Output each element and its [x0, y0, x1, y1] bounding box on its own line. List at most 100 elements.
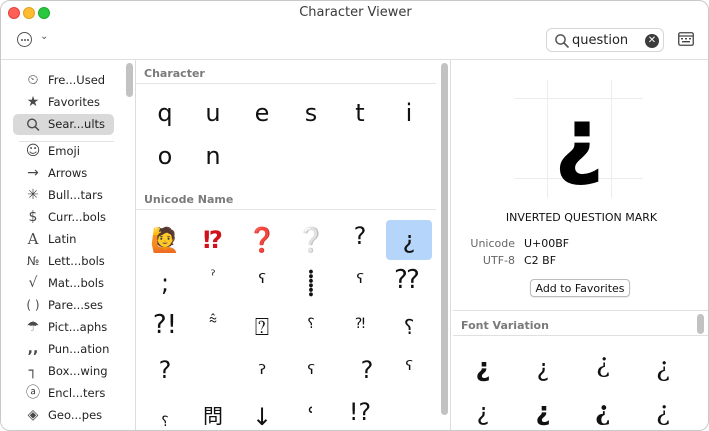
comma-icon: ,,	[27, 341, 39, 357]
sidebar-item-geometric-shapes[interactable]: ◈ Geo...pes	[13, 405, 114, 426]
glyph-preview: ¿	[515, 80, 643, 198]
char-cell[interactable]: ↓	[239, 397, 285, 430]
character-detail-pane: ¿ INVERTED QUESTION MARK Unicode U+00BF …	[453, 60, 708, 430]
section-divider	[136, 209, 436, 210]
font-variation-scrollbar[interactable]	[697, 314, 704, 334]
char-cell[interactable]: ⸮	[142, 402, 188, 430]
parentheses-icon: ( )	[26, 298, 40, 312]
sidebar-item-label: Favorites	[48, 95, 100, 109]
sidebar-item-label: Sear...ults	[48, 117, 106, 131]
char-cell[interactable]: ⩯	[190, 300, 236, 340]
more-options-button[interactable]	[17, 32, 32, 47]
char-cell[interactable]: ❓	[239, 220, 285, 260]
sidebar-item-label: Box...wing	[48, 364, 108, 378]
unicode-value: U+00BF	[524, 237, 570, 250]
diamond-icon: ◈	[27, 407, 39, 423]
sidebar-item-search-results[interactable]: Sear...ults	[13, 114, 114, 135]
char-cell[interactable]: !?	[337, 392, 383, 430]
section-heading-unicode-name: Unicode Name	[144, 193, 234, 206]
font-variation-cell[interactable]: ¿	[643, 394, 683, 430]
star-icon: ★	[26, 94, 40, 110]
sidebar-item-currency-symbols[interactable]: $ Curr...bols	[13, 207, 114, 228]
char-cell[interactable]: ❔	[288, 220, 334, 260]
add-to-favorites-button[interactable]: Add to Favorites	[530, 279, 630, 297]
clear-search-icon[interactable]: ✕	[645, 34, 659, 48]
character-grid-pane: Character q u e s t i o n Unicode Name 🙋…	[136, 60, 436, 430]
char-cell[interactable]: ⸮	[386, 307, 432, 347]
sidebar-item-letterlike-symbols[interactable]: № Lett...bols	[13, 251, 114, 272]
char-cell[interactable]: ˀ	[190, 256, 236, 296]
title-bar: Character Viewer	[1, 1, 708, 25]
char-cell[interactable]: o	[142, 136, 188, 176]
char-cell[interactable]: 問	[190, 396, 236, 430]
char-cell[interactable]: ˁ	[337, 263, 383, 303]
latin-a-icon: A	[27, 230, 39, 248]
char-cell[interactable]: ˁ	[288, 354, 334, 394]
font-variation-cell[interactable]: ¿	[583, 394, 623, 430]
char-cell-selected[interactable]: ¿	[386, 220, 432, 260]
font-variation-cell[interactable]: ¿	[523, 350, 563, 386]
sidebar-item-frequently-used[interactable]: ⏲ Fre...Used	[13, 70, 114, 91]
window-title: Character Viewer	[299, 5, 412, 20]
sidebar-item-label: Pict...aphs	[48, 320, 108, 334]
char-cell[interactable]: ⁈	[337, 304, 383, 344]
font-variation-cell[interactable]: ¿	[583, 346, 623, 382]
sidebar-item-math-symbols[interactable]: √ Mat...bols	[13, 273, 114, 294]
sidebar-item-bullets-stars[interactable]: ✳ Bull...tars	[13, 185, 114, 206]
char-cell[interactable]: ?	[142, 350, 188, 390]
dot-icon	[26, 38, 29, 41]
font-variation-cell[interactable]: ¿	[643, 350, 683, 386]
sidebar-item-arrows[interactable]: → Arrows	[13, 163, 114, 184]
sidebar-scrollbar[interactable]	[126, 63, 133, 97]
font-variation-cell[interactable]: ¿	[523, 394, 563, 430]
section-heading-font-variation: Font Variation	[461, 319, 549, 332]
char-cell[interactable]: ˤ	[239, 263, 285, 303]
sidebar-item-label: Pun...ation	[48, 342, 110, 356]
char-cell[interactable]: ⁉	[190, 220, 236, 260]
sidebar-item-emoji[interactable]: ☺ Emoji	[13, 141, 114, 162]
char-cell[interactable]: ?	[344, 350, 390, 390]
char-cell[interactable]: s	[288, 93, 334, 133]
sidebar-item-parentheses[interactable]: ( ) Pare...ses	[13, 295, 114, 316]
sidebar-item-favorites[interactable]: ★ Favorites	[13, 92, 114, 113]
char-cell[interactable]: ⸽	[288, 263, 334, 303]
chevron-down-icon[interactable]: ⌄	[40, 31, 48, 42]
char-cell[interactable]: u	[190, 93, 236, 133]
keyboard-viewer-icon[interactable]	[678, 32, 694, 46]
char-cell[interactable]: t	[337, 93, 383, 133]
char-cell[interactable]: n	[190, 136, 236, 176]
search-field[interactable]: ✕	[546, 28, 664, 52]
square-root-icon: √	[28, 275, 38, 291]
sidebar-item-enclosed-characters[interactable]: ⓐ Encl...ters	[13, 383, 114, 404]
asterisk-icon: ✳	[27, 187, 39, 203]
utf8-label: UTF-8	[482, 254, 515, 267]
char-cell[interactable]: 🙋	[142, 220, 188, 260]
unicode-label: Unicode	[470, 237, 515, 250]
char-cell[interactable]: q	[142, 93, 188, 133]
char-cell[interactable]: ˤ	[386, 350, 432, 390]
arrow-right-icon: →	[27, 165, 39, 181]
char-cell[interactable]: ⁇	[384, 260, 430, 300]
sidebar-item-latin[interactable]: A Latin	[13, 229, 114, 250]
sidebar-item-label: Fre...Used	[48, 73, 106, 87]
font-variation-cell[interactable]: ¿	[463, 394, 503, 430]
char-cell[interactable]: ?!	[142, 305, 188, 345]
font-variation-cell[interactable]: ¿	[463, 350, 503, 386]
char-cell[interactable]: ⸮	[288, 304, 334, 344]
smiley-icon: ☺	[25, 143, 41, 159]
sidebar-item-box-drawing[interactable]: ┐ Box...wing	[13, 361, 114, 382]
char-cell[interactable]: ;	[142, 263, 188, 303]
character-name: INVERTED QUESTION MARK	[505, 211, 658, 224]
char-cell[interactable]: ʿ	[288, 397, 334, 430]
search-input[interactable]	[572, 31, 644, 50]
char-cell[interactable]: ?	[337, 216, 383, 256]
character-grid-scrollbar[interactable]	[441, 63, 448, 415]
char-cell[interactable]: ⍰	[239, 307, 285, 347]
sidebar-item-label: Encl...ters	[48, 386, 106, 400]
char-cell[interactable]: ˀ	[239, 354, 285, 394]
sidebar-item-label: Emoji	[48, 144, 80, 158]
char-cell[interactable]: i	[386, 93, 432, 133]
sidebar-item-pictographs[interactable]: ☂ Pict...aphs	[13, 317, 114, 338]
sidebar-item-punctuation[interactable]: ,, Pun...ation	[13, 339, 114, 360]
char-cell[interactable]: e	[239, 93, 285, 133]
